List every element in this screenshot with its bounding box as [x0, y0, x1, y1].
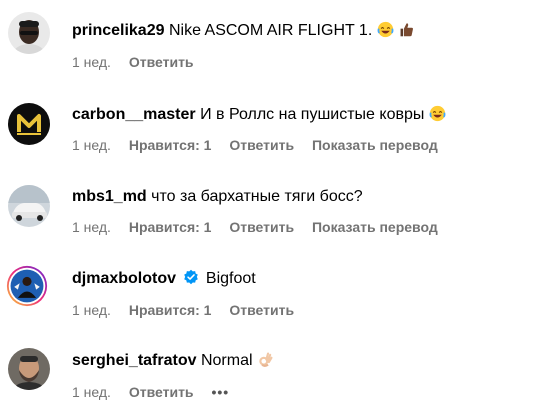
- comment-time[interactable]: 1 нед.: [72, 302, 111, 318]
- comment-text: Nike ASCOM AIR FLIGHT 1.: [168, 22, 373, 39]
- avatar-car-icon: [8, 185, 50, 227]
- likes-count[interactable]: Нравится: 1: [129, 137, 212, 153]
- comment-text: Bigfoot: [205, 270, 256, 287]
- laughing-emoji: [429, 105, 446, 128]
- comment-text: И в Роллс на пушистые ковры: [200, 106, 425, 123]
- comment-text: Normal: [200, 352, 253, 369]
- reply-button[interactable]: Ответить: [229, 137, 294, 153]
- comment-username[interactable]: carbon__master: [72, 106, 196, 123]
- translate-button[interactable]: Показать перевод: [312, 219, 438, 235]
- comment-item: serghei_tafratov Normal 1 нед. Ответить …: [0, 328, 556, 410]
- reply-button[interactable]: Ответить: [229, 302, 294, 318]
- avatar[interactable]: [8, 185, 50, 227]
- avatar-photo-icon: [8, 348, 50, 390]
- story-ring-avatar-icon: [6, 265, 48, 307]
- verified-badge-icon: [183, 269, 199, 291]
- comment-item: mbs1_md что за бархатные тяги босс? 1 не…: [0, 164, 556, 246]
- likes-count[interactable]: Нравится: 1: [129, 219, 212, 235]
- avatar[interactable]: [8, 348, 50, 390]
- avatar[interactable]: [6, 265, 52, 311]
- comment-time[interactable]: 1 нед.: [72, 54, 111, 70]
- thumbs-up-emoji: [398, 21, 415, 44]
- reply-button[interactable]: Ответить: [129, 384, 194, 400]
- comment-username[interactable]: princelika29: [72, 22, 165, 39]
- comment-username[interactable]: mbs1_md: [72, 188, 147, 205]
- avatar[interactable]: [8, 103, 50, 145]
- comment-username[interactable]: serghei_tafratov: [72, 352, 197, 369]
- comment-time[interactable]: 1 нед.: [72, 384, 111, 400]
- avatar-logo-icon: [8, 103, 50, 145]
- avatar[interactable]: [8, 12, 50, 54]
- translate-button[interactable]: Показать перевод: [312, 137, 438, 153]
- laughing-emoji: [377, 21, 394, 44]
- ok-hand-emoji: [257, 351, 274, 374]
- reply-button[interactable]: Ответить: [129, 54, 194, 70]
- comment-time[interactable]: 1 нед.: [72, 219, 111, 235]
- comment-item: carbon__master И в Роллс на пушистые ков…: [0, 82, 556, 164]
- likes-count[interactable]: Нравится: 1: [129, 302, 212, 318]
- more-options-icon[interactable]: •••: [211, 384, 229, 400]
- comment-username[interactable]: djmaxbolotov: [72, 270, 176, 287]
- comment-time[interactable]: 1 нед.: [72, 137, 111, 153]
- comment-text: что за бархатные тяги босс?: [151, 188, 363, 205]
- avatar-photo-icon: [8, 12, 50, 54]
- comment-item: princelika29 Nike ASCOM AIR FLIGHT 1. 1 …: [0, 0, 556, 82]
- comment-item: djmaxbolotov Bigfoot 1 нед. Нравится: 1 …: [0, 246, 556, 328]
- reply-button[interactable]: Ответить: [229, 219, 294, 235]
